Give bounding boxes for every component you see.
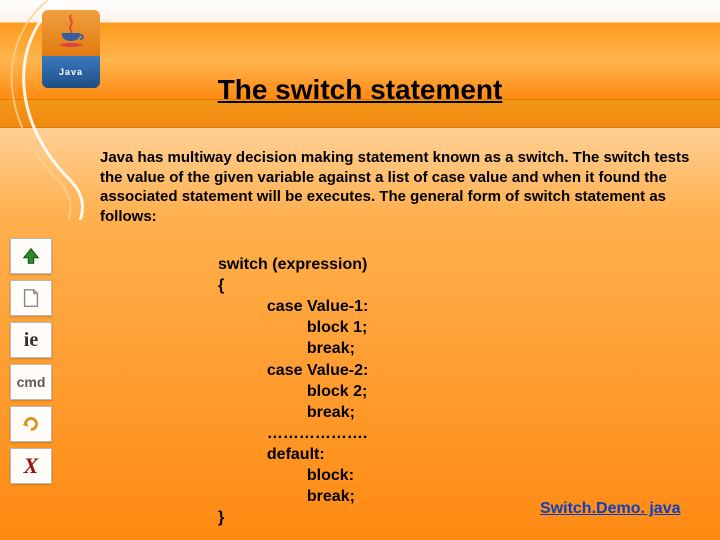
code-line: } (218, 509, 224, 526)
cmd-button-label: cmd (17, 374, 46, 390)
code-line: default: (218, 446, 325, 463)
code-line: case Value-2: (218, 362, 368, 379)
code-line: break; (218, 488, 355, 505)
java-cup-icon (42, 10, 100, 56)
code-line: break; (218, 404, 355, 421)
page-button[interactable] (10, 280, 52, 316)
code-line: { (218, 277, 224, 294)
nav-up-button[interactable] (10, 238, 52, 274)
code-line: switch (expression) (218, 256, 367, 273)
loop-button[interactable] (10, 406, 52, 442)
cmd-button[interactable]: cmd (10, 364, 52, 400)
close-button[interactable]: X (10, 448, 52, 484)
sidebar: ie cmd X (10, 238, 56, 484)
demo-link[interactable]: Switch.Demo. java (540, 500, 681, 518)
code-line: ………………. (218, 425, 372, 442)
code-line: block 1; (218, 319, 367, 336)
code-block: switch (expression) { case Value-1: bloc… (218, 254, 372, 528)
ie-button[interactable]: ie (10, 322, 52, 358)
page-title: The switch statement (0, 74, 720, 106)
ie-button-label: ie (24, 329, 38, 352)
code-line: block 2; (218, 383, 367, 400)
header-band (0, 0, 720, 128)
close-button-label: X (24, 453, 39, 479)
code-line: break; (218, 340, 355, 357)
code-line: block: (218, 467, 354, 484)
intro-paragraph: Java has multiway decision making statem… (100, 148, 696, 226)
code-line: case Value-1: (218, 298, 368, 315)
